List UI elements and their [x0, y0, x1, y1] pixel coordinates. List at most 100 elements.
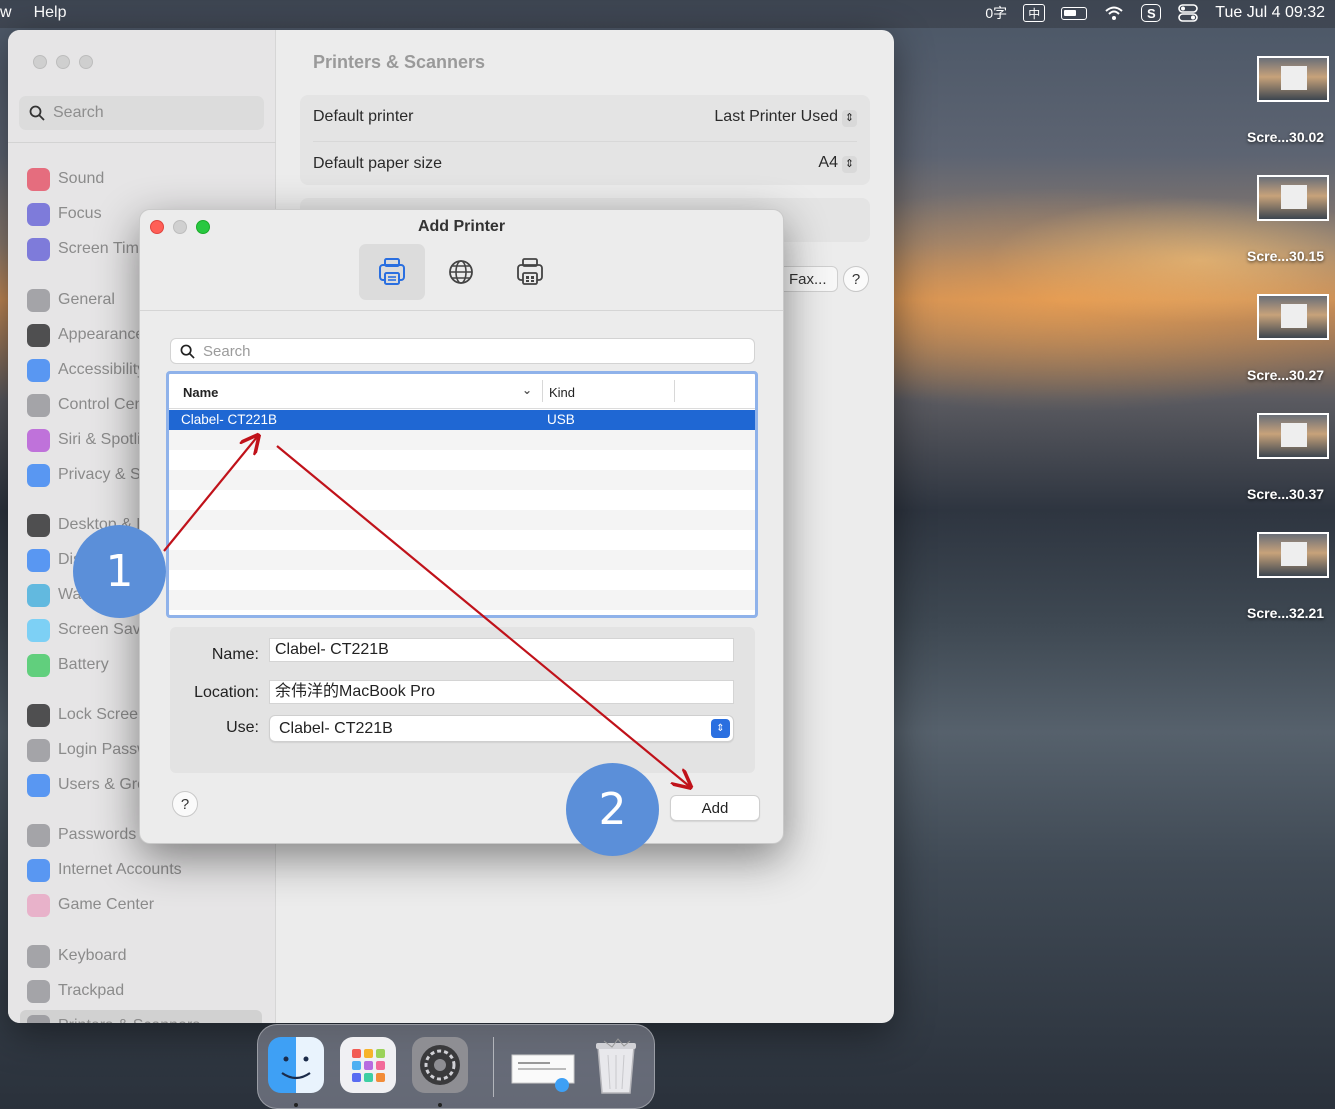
default-paper-label: Default paper size — [313, 154, 442, 172]
battery-icon[interactable] — [1061, 6, 1088, 20]
zoom-button[interactable] — [79, 55, 93, 69]
help-button[interactable]: ? — [843, 266, 869, 292]
default-paper-popup[interactable]: A4 ⇕ — [818, 154, 857, 173]
add-button[interactable]: Add — [670, 795, 760, 821]
sidebar-item[interactable]: Printers & Scanners — [20, 1010, 262, 1023]
printer-details-form: Name: Clabel- CT221B Location: 余伟洋的MacBo… — [170, 627, 755, 773]
column-divider — [674, 380, 675, 402]
default-printers-tab[interactable] — [359, 244, 425, 300]
name-field[interactable]: Clabel- CT221B — [269, 638, 734, 662]
printer-row-kind: USB — [547, 412, 575, 427]
name-label: Name: — [211, 646, 259, 663]
sort-chevron-down-icon[interactable]: ⌄ — [522, 383, 532, 397]
desktop-file-thumbnail[interactable] — [1257, 532, 1329, 578]
sidebar-item-icon — [27, 393, 50, 417]
sidebar-item-label: Sound — [58, 170, 105, 187]
sidebar-item[interactable]: Keyboard — [20, 940, 262, 972]
empty-row — [169, 470, 755, 490]
sogou-ime-icon[interactable]: S — [1141, 4, 1162, 22]
default-printer-label: Default printer — [313, 108, 414, 125]
printer-list-header: Name ⌄ Kind — [169, 374, 755, 409]
sidebar-item-label: Printers & Scanners — [58, 1017, 200, 1023]
desktop-file-label[interactable]: Scre...30.02 — [1247, 129, 1335, 145]
sidebar-item[interactable]: Sound — [20, 163, 262, 195]
desktop-file-thumbnail[interactable] — [1257, 413, 1329, 459]
close-button[interactable] — [33, 55, 47, 69]
sidebar-item-label: Keyboard — [58, 947, 127, 964]
running-indicator — [294, 1103, 298, 1107]
dialog-help-button[interactable]: ? — [172, 791, 198, 817]
control-center-icon[interactable] — [1177, 3, 1199, 23]
add-printer-scanner-fax-button[interactable]: Fax... — [778, 266, 838, 292]
menu-help[interactable]: Help — [34, 4, 67, 22]
location-field[interactable]: 余伟洋的MacBook Pro — [269, 680, 734, 704]
dock-divider — [493, 1037, 494, 1097]
sidebar-item-icon — [27, 738, 50, 762]
sidebar-item-label: Focus — [58, 205, 102, 222]
ip-printer-tab[interactable] — [428, 244, 494, 300]
system-settings-icon[interactable] — [412, 1037, 468, 1093]
wifi-icon[interactable] — [1103, 3, 1125, 23]
sidebar-item-icon — [27, 823, 50, 847]
sidebar-item-icon — [27, 548, 50, 572]
sidebar-search-field[interactable]: Search — [19, 96, 264, 130]
desktop-file-thumbnail[interactable] — [1257, 56, 1329, 102]
sidebar-item-label: Trackpad — [58, 982, 125, 999]
desktop-file-label[interactable]: Scre...30.37 — [1247, 486, 1335, 502]
sidebar-item[interactable]: Internet Accounts — [20, 854, 262, 886]
sidebar-item-icon — [27, 428, 50, 452]
empty-row — [169, 510, 755, 530]
sidebar-item-icon — [27, 944, 50, 968]
desktop-file-label[interactable]: Scre...30.27 — [1247, 367, 1335, 383]
chevron-updown-icon: ⇕ — [711, 719, 730, 738]
default-printer-popup[interactable]: Last Printer Used ⇕ — [714, 108, 857, 127]
screenshot-stack-icon[interactable] — [510, 1037, 575, 1093]
use-driver-popup[interactable]: Clabel- CT221B ⇕ — [269, 715, 734, 742]
column-header-kind[interactable]: Kind — [549, 385, 575, 400]
sidebar-item[interactable]: Game Center — [20, 889, 262, 921]
sidebar-item-icon — [27, 893, 50, 917]
printer-row-selected[interactable]: Clabel- CT221B USB — [169, 410, 755, 430]
sidebar-item-icon — [27, 858, 50, 882]
sidebar-item-label: Battery — [58, 656, 109, 673]
shared-printer-icon — [517, 258, 543, 285]
window-controls — [33, 55, 93, 69]
menu-window[interactable]: w — [0, 4, 12, 22]
desktop-file-thumbnail[interactable] — [1257, 294, 1329, 340]
minimize-button[interactable] — [56, 55, 70, 69]
sidebar-item-icon — [27, 618, 50, 642]
sidebar-item-label: Passwords — [58, 826, 137, 843]
desktop-file-label[interactable]: Scre...32.21 — [1247, 605, 1335, 621]
input-method-status[interactable]: 0字 — [985, 3, 1007, 23]
printer-icon — [379, 258, 405, 285]
sidebar-item-label: Screen Time — [58, 240, 148, 257]
chevron-updown-icon: ⇕ — [842, 109, 857, 127]
finder-icon[interactable] — [268, 1037, 324, 1093]
default-printer-row: Default printer Last Printer Used ⇕ — [313, 95, 857, 139]
sidebar-item[interactable]: Trackpad — [20, 975, 262, 1007]
printer-search-field[interactable]: Search — [170, 338, 755, 364]
search-icon — [29, 105, 45, 121]
use-driver-value: Clabel- CT221B — [279, 720, 393, 737]
column-header-name[interactable]: Name — [183, 385, 218, 400]
printer-search-placeholder: Search — [203, 342, 251, 360]
desktop-file-label[interactable]: Scre...30.15 — [1247, 248, 1335, 264]
default-paper-value: A4 — [818, 154, 838, 171]
sidebar-item-label: General — [58, 291, 115, 308]
trash-icon[interactable] — [588, 1037, 644, 1094]
input-method-icon[interactable]: 中 — [1023, 4, 1046, 22]
page-title: Printers & Scanners — [313, 52, 486, 72]
sidebar-item-label: Accessibility — [58, 361, 146, 378]
sidebar-item-icon — [27, 167, 50, 191]
printer-list[interactable]: Name ⌄ Kind Clabel- CT221B USB — [166, 371, 758, 618]
desktop-file-thumbnail[interactable] — [1257, 175, 1329, 221]
step-badge-1: 1 — [73, 525, 166, 618]
defaults-panel: Default printer Last Printer Used ⇕ Defau… — [300, 95, 870, 185]
windows-printer-tab[interactable] — [497, 244, 563, 300]
sidebar-item-label: Game Center — [58, 896, 155, 913]
menu-bar: w Help 0字 中 S Tue Jul 4 09:32 — [0, 0, 1335, 28]
launchpad-icon[interactable] — [340, 1037, 396, 1093]
sidebar-item-label: Appearance — [58, 326, 145, 343]
clock[interactable]: Tue Jul 4 09:32 — [1215, 4, 1325, 22]
toolbar-divider — [140, 310, 783, 311]
